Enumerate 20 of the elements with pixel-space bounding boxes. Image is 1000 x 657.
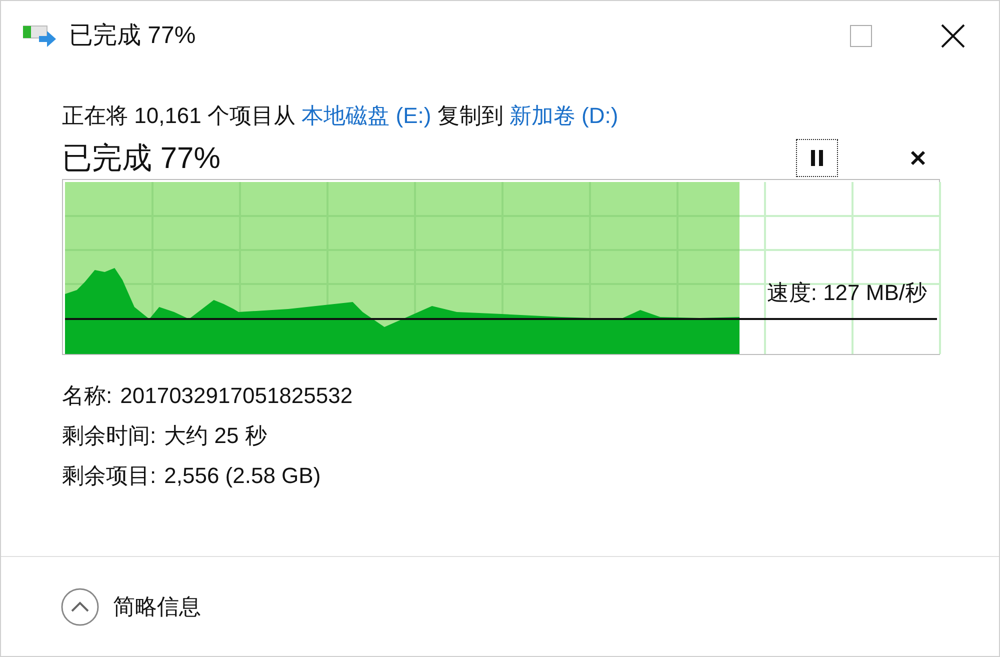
detail-label: 剩余项目: bbox=[62, 462, 156, 490]
pause-icon bbox=[811, 150, 823, 166]
detail-value: 2017032917051825532 bbox=[120, 382, 353, 410]
copy-description: 正在将 10,161 个项目从 本地磁盘 (E:) 复制到 新加卷 (D:) bbox=[62, 102, 620, 130]
chevron-icon bbox=[61, 588, 99, 626]
close-icon bbox=[910, 150, 926, 166]
detail-label: 名称: bbox=[62, 382, 112, 410]
pause-button[interactable] bbox=[796, 139, 838, 177]
speed-label: 速度: 127 MB/秒 bbox=[766, 279, 927, 307]
drive-link[interactable]: 新加卷 (D:) bbox=[509, 103, 618, 128]
drive-link[interactable]: 本地磁盘 (E:) bbox=[302, 103, 432, 128]
window-title: 已完成 77% bbox=[69, 21, 196, 51]
copy-icon bbox=[23, 24, 57, 48]
detail-value: 2,556 (2.58 GB) bbox=[164, 462, 321, 490]
maximize-icon bbox=[850, 25, 872, 47]
detail-value: 大约 25 秒 bbox=[164, 422, 267, 450]
detail-label: 剩余时间: bbox=[62, 422, 156, 450]
details-toggle[interactable]: 简略信息 bbox=[61, 588, 201, 626]
progress-status: 已完成 77% bbox=[62, 140, 220, 176]
close-icon bbox=[941, 24, 965, 48]
